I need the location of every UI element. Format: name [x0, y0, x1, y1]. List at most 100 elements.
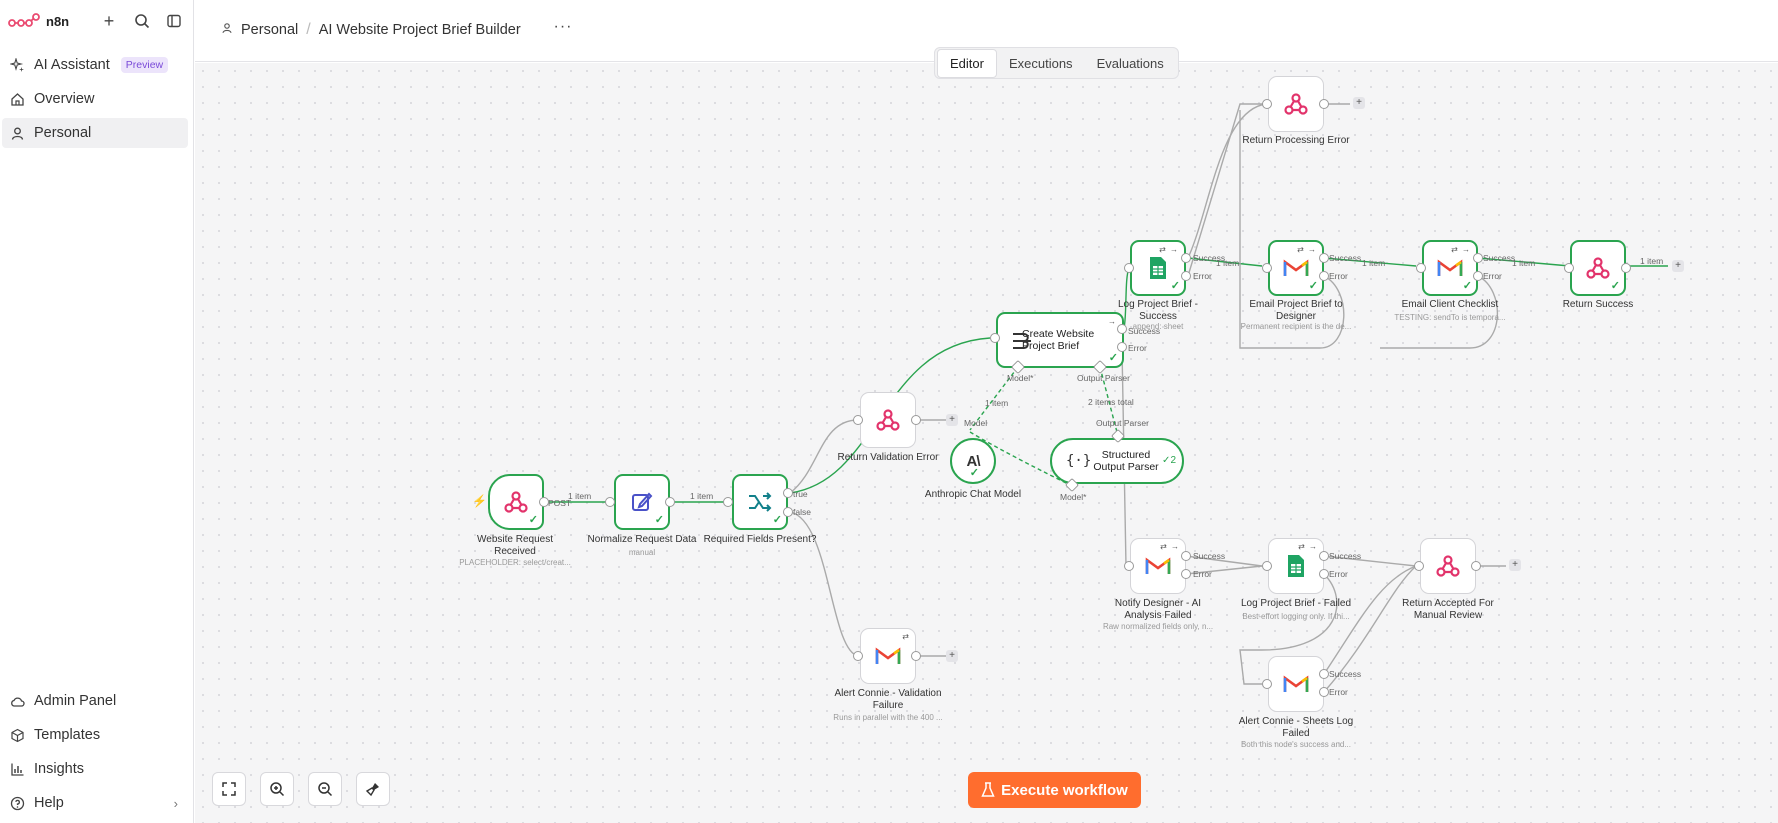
brand-name: n8n — [46, 13, 70, 29]
output-port-success[interactable] — [1319, 551, 1329, 561]
success-check-icon: ✓ — [772, 514, 782, 526]
sidebar-item-overview[interactable]: Overview — [2, 84, 188, 114]
input-port[interactable] — [1262, 679, 1272, 689]
node-log-project-brief-failed[interactable]: ⇄ → — [1268, 538, 1324, 594]
if-branch-icon — [749, 492, 772, 512]
user-icon — [221, 22, 233, 38]
retry-icon: ⇄ → — [1297, 245, 1317, 254]
output-port-success[interactable] — [1117, 324, 1127, 334]
tab-evaluations[interactable]: Evaluations — [1085, 50, 1176, 77]
output-port-success[interactable] — [1181, 253, 1191, 263]
sidebar-item-templates[interactable]: Templates — [2, 720, 188, 750]
node-label: Email Client Checklist — [1401, 299, 1499, 310]
more-options-button[interactable]: ··· — [550, 18, 576, 42]
output-port[interactable] — [1471, 561, 1481, 571]
output-port-success[interactable] — [1181, 551, 1191, 561]
gmail-icon — [875, 647, 901, 664]
sidebar-item-insights[interactable]: Insights — [2, 754, 188, 784]
node-anthropic-chat-model[interactable]: A\ ✓ — [950, 438, 996, 484]
node-website-request-received[interactable]: ✓ — [488, 474, 544, 530]
node-alert-connie-sheets-failed[interactable] — [1268, 656, 1324, 712]
node-structured-output-parser[interactable]: {·} Structured Output Parser ✓2 — [1050, 438, 1184, 484]
node-label: Create Website Project Brief — [1022, 328, 1095, 352]
output-port[interactable] — [1319, 99, 1329, 109]
output-port-success[interactable] — [1473, 253, 1483, 263]
output-port[interactable] — [665, 497, 675, 507]
success-check-icon: ✓ — [1308, 280, 1318, 292]
zoom-in-icon — [270, 782, 285, 797]
edge-label-model: Model — [964, 418, 988, 428]
output-port-success[interactable] — [1319, 669, 1329, 679]
node-return-success[interactable]: ✓ — [1570, 240, 1626, 296]
tidy-up-button[interactable] — [356, 772, 390, 806]
tab-executions[interactable]: Executions — [997, 50, 1085, 77]
output-port-false[interactable] — [783, 507, 793, 517]
search-icon[interactable] — [131, 10, 153, 32]
output-port-error[interactable] — [1473, 271, 1483, 281]
tab-editor[interactable]: Editor — [937, 48, 997, 78]
node-notify-designer-ai-failed[interactable]: ⇄ → — [1130, 538, 1186, 594]
input-port[interactable] — [1124, 561, 1134, 571]
output-port-error[interactable] — [1319, 687, 1329, 697]
output-port-error[interactable] — [1319, 569, 1329, 579]
input-port[interactable] — [853, 415, 863, 425]
input-port[interactable] — [990, 333, 1000, 343]
output-port-success[interactable] — [1319, 253, 1329, 263]
input-port[interactable] — [853, 651, 863, 661]
node-note: PLACEHOLDER: select/creat... — [459, 558, 571, 567]
node-return-processing-error[interactable] — [1268, 76, 1324, 132]
node-return-accepted-manual-review[interactable] — [1420, 538, 1476, 594]
sidebar-item-admin-panel[interactable]: Admin Panel — [2, 686, 188, 716]
workflow-title[interactable]: AI Website Project Brief Builder — [319, 22, 521, 38]
output-port[interactable] — [911, 415, 921, 425]
node-log-project-brief-success[interactable]: ⇄ → ✓ — [1130, 240, 1186, 296]
node-label: Normalize Request Data — [587, 534, 697, 545]
input-port[interactable] — [1262, 99, 1272, 109]
zoom-out-button[interactable] — [308, 772, 342, 806]
node-alert-connie-validation-failure[interactable]: ⇄ — [860, 628, 916, 684]
output-port[interactable] — [911, 651, 921, 661]
sidebar-item-ai-assistant[interactable]: AI Assistant Preview — [2, 50, 188, 80]
input-port[interactable] — [1262, 561, 1272, 571]
output-port[interactable] — [1621, 263, 1631, 273]
sidebar-item-personal[interactable]: Personal — [2, 118, 188, 148]
retry-icon: ⇄ → — [1298, 542, 1318, 551]
add-node-button[interactable]: + — [1509, 559, 1521, 571]
sidebar-item-help[interactable]: Help › — [2, 788, 188, 818]
output-port-true[interactable] — [783, 488, 793, 498]
node-normalize-request-data[interactable]: ✓ — [614, 474, 670, 530]
collapse-sidebar-icon[interactable] — [163, 10, 185, 32]
execute-workflow-button[interactable]: Execute workflow — [968, 772, 1141, 808]
output-port-error[interactable] — [1319, 271, 1329, 281]
add-node-button[interactable]: + — [1672, 260, 1684, 272]
output-port-error[interactable] — [1181, 569, 1191, 579]
trigger-bolt-icon: ⚡ — [472, 494, 487, 508]
input-port[interactable] — [1564, 263, 1574, 273]
input-port[interactable] — [1262, 263, 1272, 273]
brand[interactable]: n8n — [8, 10, 69, 32]
zoom-in-button[interactable] — [260, 772, 294, 806]
node-email-client-checklist[interactable]: ⇄ → ✓ — [1422, 240, 1478, 296]
breadcrumb-project[interactable]: Personal — [241, 22, 298, 38]
add-node-button[interactable]: + — [946, 650, 958, 662]
help-icon — [10, 796, 25, 811]
fit-view-button[interactable] — [212, 772, 246, 806]
add-node-button[interactable]: + — [1353, 97, 1365, 109]
input-port[interactable] — [1416, 263, 1426, 273]
node-return-validation-error[interactable] — [860, 392, 916, 448]
add-node-button[interactable]: + — [946, 414, 958, 426]
output-port[interactable] — [539, 497, 549, 507]
add-icon[interactable]: + — [98, 10, 120, 32]
gmail-icon — [1437, 259, 1463, 276]
node-required-fields-present[interactable]: ✓ — [732, 474, 788, 530]
input-port[interactable] — [1414, 561, 1424, 571]
edge-label-error: Error — [1483, 271, 1502, 281]
output-port-error[interactable] — [1181, 271, 1191, 281]
input-port[interactable] — [723, 497, 733, 507]
input-port[interactable] — [605, 497, 615, 507]
node-label: Website Request Received — [477, 534, 553, 557]
input-port[interactable] — [1124, 263, 1134, 273]
output-port-error[interactable] — [1117, 342, 1127, 352]
edge-label-success: Success — [1329, 669, 1362, 679]
node-email-project-brief-designer[interactable]: ⇄ → ✓ — [1268, 240, 1324, 296]
